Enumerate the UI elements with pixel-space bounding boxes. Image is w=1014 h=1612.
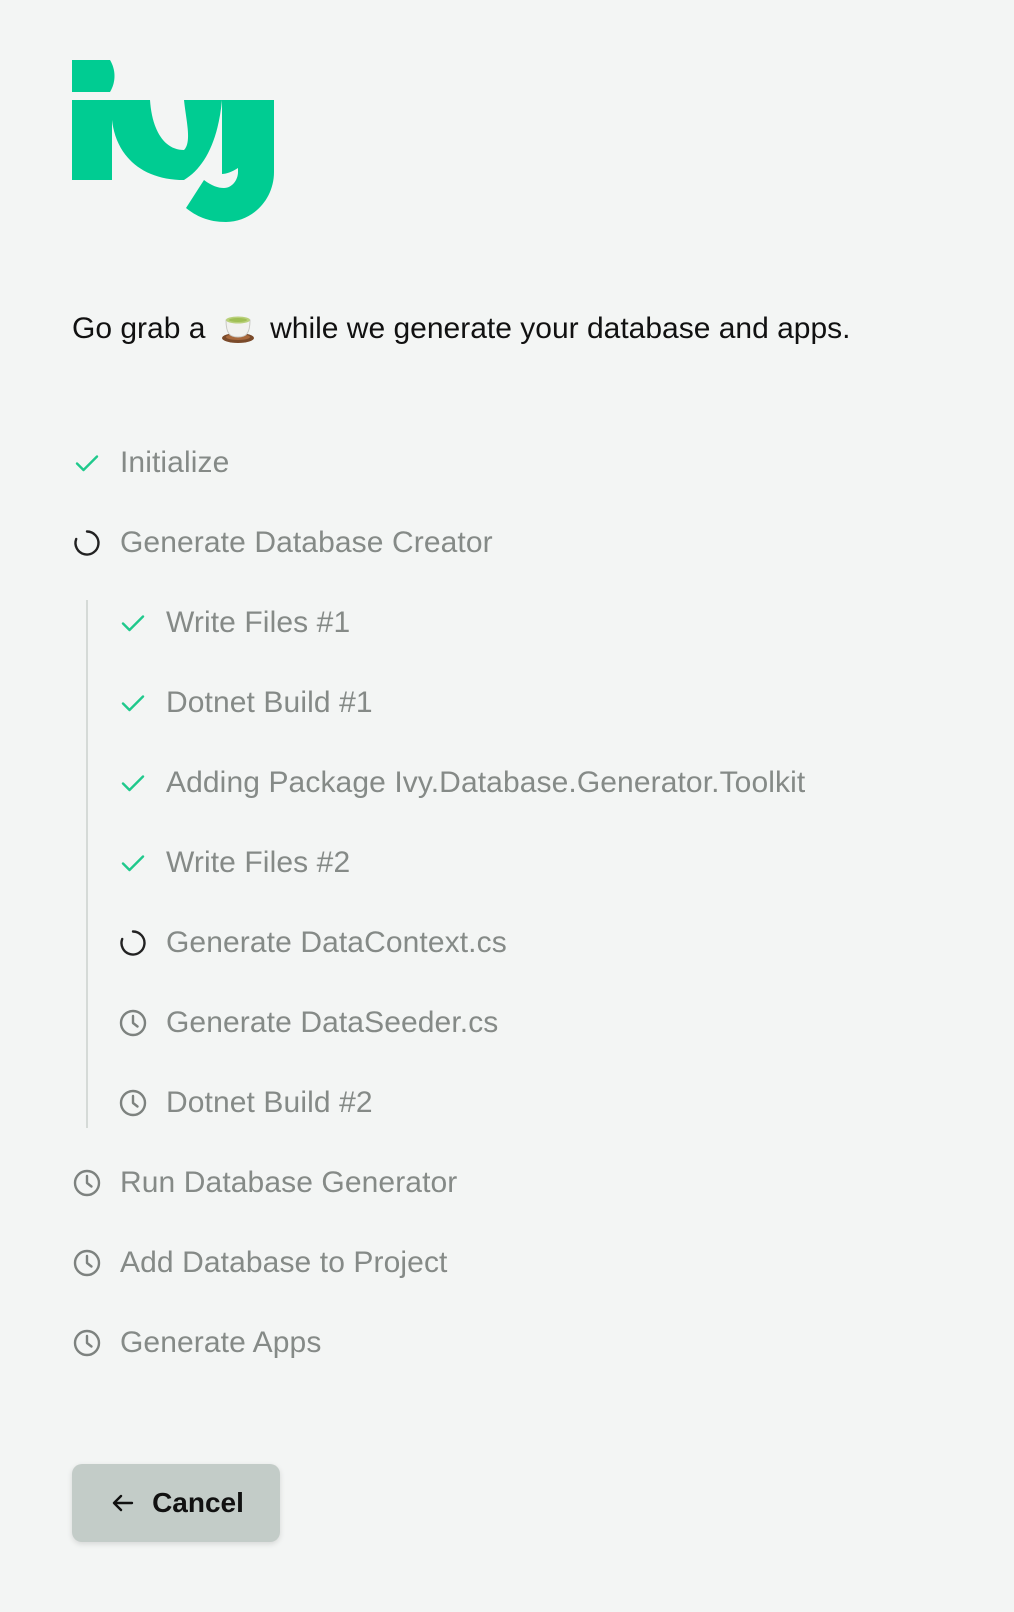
- clock-icon: [72, 1248, 102, 1278]
- substep-item: Generate DataSeeder.cs: [118, 1003, 498, 1043]
- substeps-guide-line: [86, 600, 88, 1128]
- clock-icon: [118, 1088, 148, 1118]
- cancel-label: Cancel: [152, 1487, 244, 1518]
- substep-item: Write Files #1: [118, 603, 350, 643]
- check-icon: [118, 768, 148, 798]
- step-label: Run Database Generator: [120, 1166, 458, 1199]
- cancel-button[interactable]: Cancel: [72, 1464, 280, 1542]
- substep-item: Dotnet Build #2: [118, 1083, 373, 1123]
- substep-item: Generate DataContext.cs: [118, 923, 507, 963]
- intro-text: Go grab a while we generate your databas…: [72, 308, 851, 349]
- step-label: Generate Database Creator: [120, 526, 493, 559]
- step-label: Dotnet Build #1: [166, 686, 373, 719]
- step-item: Run Database Generator: [72, 1163, 457, 1203]
- substep-item: Adding Package Ivy.Database.Generator.To…: [118, 763, 805, 803]
- step-item: Generate Database Creator: [72, 523, 493, 563]
- check-icon: [72, 448, 102, 478]
- step-item: Add Database to Project: [72, 1243, 448, 1283]
- step-label: Add Database to Project: [120, 1246, 448, 1279]
- step-label: Generate DataContext.cs: [166, 926, 507, 959]
- clock-icon: [118, 1008, 148, 1038]
- arrow-left-icon: [108, 1488, 138, 1518]
- teacup-emoji-icon: [220, 308, 256, 344]
- step-item: Generate Apps: [72, 1323, 321, 1363]
- check-icon: [118, 848, 148, 878]
- step-item: Initialize: [72, 443, 229, 483]
- intro-after: while we generate your database and apps…: [270, 312, 851, 345]
- substep-item: Write Files #2: [118, 843, 350, 883]
- spinner-icon: [72, 528, 102, 558]
- step-label: Adding Package Ivy.Database.Generator.To…: [166, 766, 806, 799]
- step-label: Write Files #2: [166, 846, 351, 879]
- ivy-logo: [72, 60, 274, 222]
- step-label: Initialize: [120, 446, 230, 479]
- substep-item: Dotnet Build #1: [118, 683, 373, 723]
- check-icon: [118, 608, 148, 638]
- step-label: Write Files #1: [166, 606, 351, 639]
- step-label: Generate Apps: [120, 1326, 322, 1359]
- spinner-icon: [118, 928, 148, 958]
- intro-before: Go grab a: [72, 312, 206, 345]
- clock-icon: [72, 1168, 102, 1198]
- step-label: Dotnet Build #2: [166, 1086, 373, 1119]
- clock-icon: [72, 1328, 102, 1358]
- check-icon: [118, 688, 148, 718]
- step-label: Generate DataSeeder.cs: [166, 1006, 499, 1039]
